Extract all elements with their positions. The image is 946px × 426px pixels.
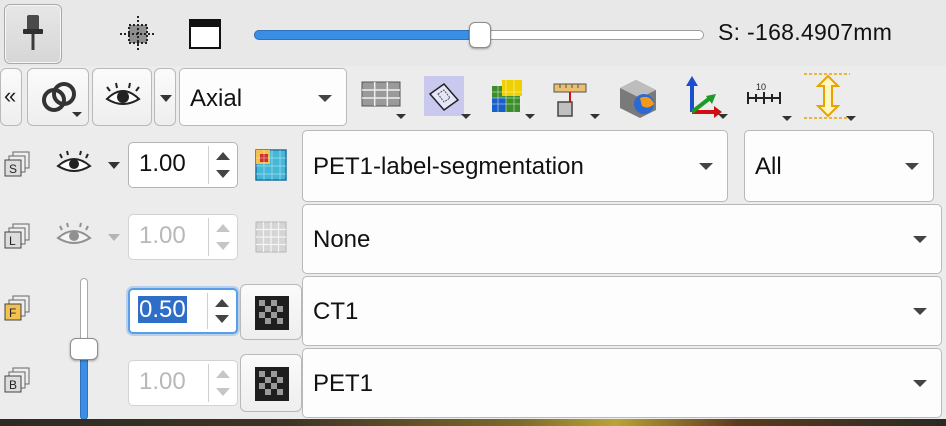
- axes-icon[interactable]: [680, 76, 728, 124]
- pin-icon: [23, 15, 43, 50]
- fg-bg-opacity-slider-thumb[interactable]: [70, 338, 98, 360]
- checker-texture-icon: [255, 367, 289, 401]
- pin-button[interactable]: [4, 4, 62, 64]
- segmentation-volume-combo[interactable]: PET1-label-segmentation: [302, 130, 728, 202]
- background-opacity-spinbox[interactable]: 1.00: [128, 360, 238, 406]
- link-button[interactable]: [27, 68, 89, 126]
- segmentation-opacity-spinbox[interactable]: 1.00: [128, 142, 238, 188]
- crosshair-icon[interactable]: [118, 14, 158, 54]
- slice-offset-slider-fill: [254, 30, 483, 40]
- label-map-outline-icon[interactable]: [488, 78, 536, 124]
- foreground-volume-combo[interactable]: CT1: [302, 276, 942, 346]
- spacing-scale-icon[interactable]: [804, 72, 856, 124]
- eye-icon: [105, 82, 141, 105]
- label-layer-icon: L: [4, 222, 34, 252]
- ruler-icon[interactable]: 10: [744, 78, 794, 124]
- visibility-dropdown-button[interactable]: [154, 68, 176, 126]
- svg-text:L: L: [9, 234, 16, 248]
- label-visibility-dropdown[interactable]: [108, 234, 120, 241]
- segmentation-visibility-eye-icon[interactable]: [52, 148, 96, 180]
- foreground-display-button[interactable]: [240, 284, 302, 340]
- double-chevron-left-icon: «: [4, 83, 17, 108]
- segmentation-visibility-dropdown[interactable]: [108, 162, 120, 169]
- reformat-icon[interactable]: [552, 76, 600, 124]
- svg-text:10: 10: [756, 82, 766, 92]
- layout-grid-icon[interactable]: [360, 80, 408, 124]
- window-icon[interactable]: [188, 18, 222, 50]
- foreground-volume-value: CT1: [313, 298, 359, 325]
- foreground-opacity-spinbox[interactable]: 0.50: [128, 288, 238, 334]
- label-volume-combo[interactable]: None: [302, 204, 942, 274]
- segment-filter-combo[interactable]: All: [744, 130, 934, 202]
- slice-intersection-icon[interactable]: [424, 76, 472, 124]
- foreground-opacity-value: 0.50: [138, 296, 187, 323]
- label-volume-value: None: [313, 226, 371, 253]
- svg-text:S: S: [9, 162, 17, 176]
- label-visibility-eye-icon[interactable]: [52, 220, 96, 252]
- orientation-combo[interactable]: Axial: [179, 68, 347, 126]
- background-opacity-value: 1.00: [139, 368, 186, 395]
- background-display-button[interactable]: [240, 354, 302, 412]
- label-opacity-value: 1.00: [139, 222, 186, 249]
- label-grid-icon: [252, 218, 290, 256]
- segment-filter-value: All: [755, 153, 782, 180]
- visibility-button[interactable]: [92, 68, 152, 126]
- svg-text:F: F: [9, 306, 16, 320]
- orientation-combo-value: Axial: [190, 85, 243, 112]
- segmentation-layer-icon: S: [4, 150, 34, 180]
- background-volume-combo[interactable]: PET1: [302, 348, 942, 418]
- label-opacity-spinbox[interactable]: 1.00: [128, 214, 238, 260]
- link-rings-icon: [42, 82, 76, 112]
- checker-texture-icon: [255, 296, 289, 330]
- slice-offset-label: S: -168.4907mm: [718, 19, 893, 45]
- segmentation-volume-value: PET1-label-segmentation: [313, 153, 584, 180]
- segmentation-display-icon[interactable]: [252, 146, 290, 184]
- collapse-button[interactable]: «: [0, 68, 22, 126]
- volume-rendering-icon[interactable]: [616, 76, 664, 124]
- slice-view-image-edge: [0, 419, 946, 426]
- background-volume-value: PET1: [313, 370, 374, 397]
- svg-text:B: B: [9, 378, 17, 392]
- foreground-layer-icon: F: [4, 294, 34, 324]
- background-layer-icon: B: [4, 366, 34, 396]
- slice-offset-slider-thumb[interactable]: [469, 22, 491, 48]
- segmentation-opacity-value: 1.00: [139, 150, 186, 177]
